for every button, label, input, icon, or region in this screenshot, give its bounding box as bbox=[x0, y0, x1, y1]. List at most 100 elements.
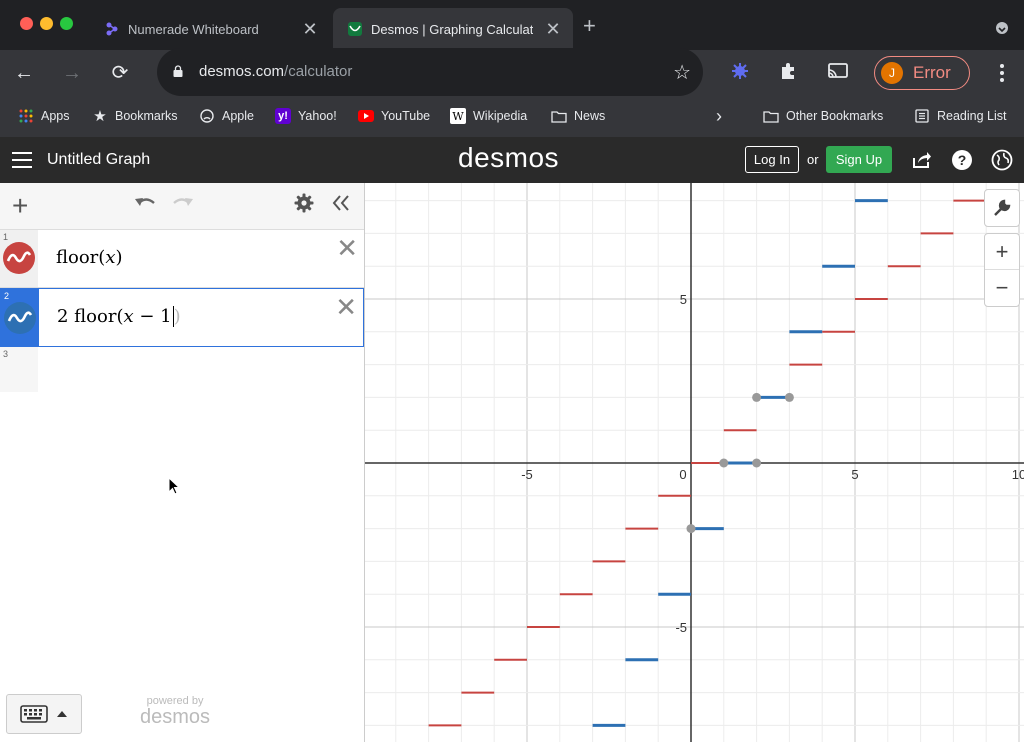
color-swatch-icon[interactable] bbox=[3, 242, 35, 274]
bookmark-news[interactable]: News bbox=[551, 108, 605, 124]
maximize-window-button[interactable] bbox=[60, 17, 73, 30]
bookmark-apps[interactable]: Apps bbox=[18, 108, 70, 124]
language-globe-icon[interactable] bbox=[991, 149, 1013, 171]
mouse-cursor-icon bbox=[168, 477, 180, 495]
new-tab-button[interactable]: + bbox=[583, 15, 596, 37]
tab-strip: Numerade Whiteboard ✕ Desmos | Graphing … bbox=[0, 0, 1024, 50]
avatar: J bbox=[881, 62, 903, 84]
desmos-favicon-icon bbox=[347, 21, 363, 37]
folder-icon bbox=[551, 108, 567, 124]
add-item-icon[interactable]: + bbox=[12, 192, 28, 220]
log-in-button[interactable]: Log In bbox=[745, 146, 799, 173]
bookmark-bookmarks[interactable]: ★ Bookmarks bbox=[92, 108, 177, 125]
sign-up-button[interactable]: Sign Up bbox=[826, 146, 892, 173]
powered-by-desmos[interactable]: powered by desmos bbox=[140, 695, 210, 727]
x-tick-label: -5 bbox=[521, 467, 533, 482]
hamburger-menu-icon[interactable] bbox=[12, 152, 32, 173]
folder-icon bbox=[763, 108, 779, 124]
expression-row-empty[interactable]: 3 bbox=[0, 347, 364, 392]
redo-icon[interactable] bbox=[170, 193, 194, 219]
svg-text:?: ? bbox=[958, 152, 967, 168]
intersection-point bbox=[686, 524, 696, 534]
desmos-header: Untitled Graph desmos Log In or Sign Up … bbox=[0, 137, 1024, 183]
bookmark-wikipedia[interactable]: W Wikipedia bbox=[450, 108, 527, 124]
globe-icon bbox=[199, 108, 215, 124]
apps-grid-icon bbox=[18, 108, 34, 124]
bookmark-star-icon[interactable]: ☆ bbox=[673, 60, 691, 85]
zoom-controls: + − bbox=[984, 233, 1020, 307]
delete-expression-icon[interactable]: ✕ bbox=[336, 235, 358, 261]
expression-index: 2 bbox=[4, 291, 10, 301]
graph-settings-button[interactable] bbox=[984, 189, 1020, 227]
intersection-point bbox=[752, 458, 762, 468]
bookmark-other-bookmarks[interactable]: Other Bookmarks bbox=[763, 108, 883, 124]
expression-index: 3 bbox=[3, 349, 9, 359]
minimize-window-button[interactable] bbox=[40, 17, 53, 30]
lock-icon bbox=[173, 65, 183, 77]
address-bar[interactable]: desmos.com/calculator ☆ bbox=[157, 48, 703, 96]
delete-expression-icon[interactable]: ✕ bbox=[335, 294, 357, 320]
numerade-icon bbox=[104, 21, 120, 37]
forward-arrow-icon[interactable]: → bbox=[60, 61, 84, 85]
expression-toolbar: + bbox=[0, 183, 364, 230]
or-label: or bbox=[807, 152, 819, 167]
bookmark-apple[interactable]: Apple bbox=[199, 108, 254, 124]
wikipedia-icon: W bbox=[450, 108, 466, 124]
graph-title[interactable]: Untitled Graph bbox=[47, 151, 150, 169]
graph-paper[interactable]: -5 0 5 10 5 -5 + − bbox=[365, 183, 1024, 742]
wrench-icon[interactable] bbox=[985, 190, 1019, 226]
zoom-in-button[interactable]: + bbox=[985, 234, 1019, 270]
collapse-panel-icon[interactable] bbox=[332, 193, 350, 219]
expression-math[interactable]: floor(x) bbox=[56, 247, 123, 268]
undo-icon[interactable] bbox=[134, 193, 158, 219]
url-text: desmos.com/calculator bbox=[199, 63, 353, 80]
help-icon[interactable]: ? bbox=[951, 149, 973, 171]
share-icon[interactable] bbox=[911, 149, 933, 171]
bookmark-yahoo[interactable]: y! Yahoo! bbox=[275, 108, 337, 124]
tab-title: Desmos | Graphing Calculato bbox=[371, 21, 533, 37]
reading-list-icon bbox=[914, 108, 930, 124]
expression-math-input[interactable]: 2 floor(x − 1) bbox=[57, 306, 181, 327]
keyboard-toggle-button[interactable] bbox=[6, 694, 82, 734]
x-tick-label: 10 bbox=[1012, 467, 1024, 482]
close-window-button[interactable] bbox=[20, 17, 33, 30]
tab-desmos[interactable]: Desmos | Graphing Calculato ✕ bbox=[333, 8, 573, 50]
settings-gear-icon[interactable] bbox=[294, 193, 314, 219]
close-icon[interactable]: ✕ bbox=[543, 19, 563, 39]
profile-status: Error bbox=[913, 63, 951, 82]
expression-panel: + 1 floor(x) ✕ 2 2 floor(x − 1) ✕ 3 powe… bbox=[0, 183, 365, 742]
intersection-point bbox=[784, 392, 794, 402]
caret-up-icon bbox=[57, 711, 67, 717]
tab-search-button[interactable] bbox=[996, 22, 1008, 34]
tab-title: Numerade Whiteboard bbox=[128, 21, 259, 37]
y-tick-label: 5 bbox=[680, 292, 687, 307]
tab-numerade[interactable]: Numerade Whiteboard ✕ bbox=[90, 8, 330, 50]
close-icon[interactable]: ✕ bbox=[300, 19, 320, 39]
intersection-point bbox=[752, 392, 762, 402]
expression-row-active[interactable]: 2 2 floor(x − 1) ✕ bbox=[0, 288, 364, 347]
browser-chrome: Numerade Whiteboard ✕ Desmos | Graphing … bbox=[0, 0, 1024, 137]
keyboard-icon bbox=[20, 705, 48, 723]
star-icon: ★ bbox=[93, 108, 107, 125]
color-swatch-icon[interactable] bbox=[4, 302, 36, 334]
back-arrow-icon[interactable]: ← bbox=[12, 61, 36, 85]
expression-row[interactable]: 1 floor(x) ✕ bbox=[0, 230, 364, 288]
x-tick-label: 5 bbox=[851, 467, 858, 482]
desmos-logo: desmos bbox=[458, 142, 560, 173]
youtube-icon bbox=[358, 108, 374, 124]
bookmark-youtube[interactable]: YouTube bbox=[358, 108, 430, 124]
y-tick-label: -5 bbox=[675, 620, 687, 635]
expression-index: 1 bbox=[3, 232, 9, 242]
puzzle-piece-icon[interactable] bbox=[776, 61, 800, 85]
profile-button[interactable]: J Error bbox=[874, 56, 970, 90]
reload-icon[interactable]: ⟳ bbox=[108, 61, 132, 85]
extension-icon[interactable] bbox=[728, 61, 752, 85]
more-menu-icon[interactable] bbox=[1000, 64, 1004, 85]
more-bookmarks-chevron-icon[interactable]: › bbox=[716, 106, 722, 127]
x-tick-label: 0 bbox=[679, 467, 686, 482]
cast-icon[interactable] bbox=[826, 61, 850, 85]
graph-canvas[interactable]: -5 0 5 10 5 -5 bbox=[365, 183, 1024, 742]
zoom-out-button[interactable]: − bbox=[985, 270, 1019, 306]
reading-list[interactable]: Reading List bbox=[914, 108, 1007, 124]
intersection-point bbox=[719, 458, 729, 468]
